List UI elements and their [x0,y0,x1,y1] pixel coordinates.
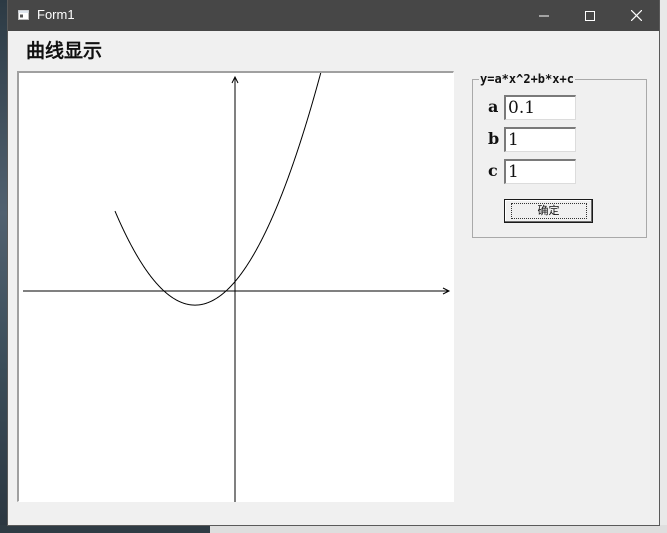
param-b-label: b [488,129,500,148]
curve-plot-svg [23,73,451,502]
curve-plot-area [17,71,454,502]
minimize-icon [539,15,549,16]
page-heading: 曲线显示 [26,40,103,62]
form-app-icon [18,10,29,20]
desktop-background-right [659,0,667,533]
maximize-button[interactable] [567,0,613,31]
title-bar[interactable]: Form1 [8,0,659,31]
ok-button[interactable]: 确定 [504,199,593,223]
groupbox-equation-title: y=a*x^2+b*x+c [479,72,575,86]
minimize-button[interactable] [521,0,567,31]
param-b-input[interactable] [504,127,576,152]
maximize-icon [585,10,595,21]
background-window-edge [210,525,667,533]
main-window: Form1 曲线显示 y=a*x^2+b*x+c a b c 确定 [8,0,659,525]
window-title: Form1 [37,7,75,22]
desktop-background-left [0,0,8,533]
param-c-input[interactable] [504,159,576,184]
ok-button-label: 确定 [510,203,587,219]
parabola-curve [114,73,322,306]
close-icon [630,10,642,21]
param-a-input[interactable] [504,95,576,120]
close-button[interactable] [613,0,659,31]
param-c-label: c [488,161,498,180]
param-a-label: a [488,97,499,116]
